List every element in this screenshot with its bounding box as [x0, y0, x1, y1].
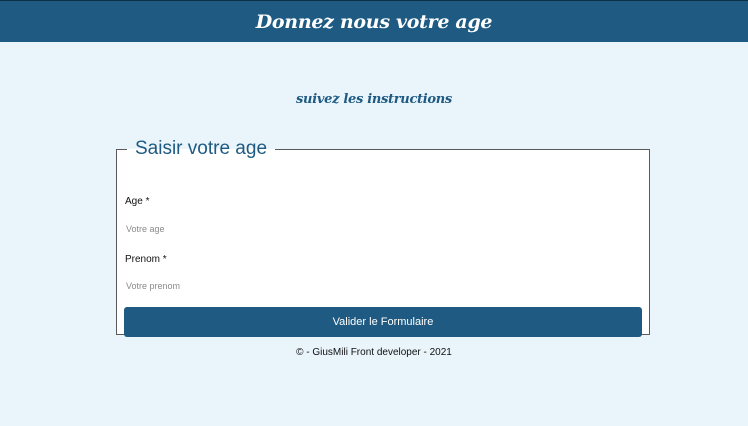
footer-copyright: © - GiusMili Front developer - 2021	[296, 347, 452, 358]
age-input[interactable]	[124, 218, 646, 240]
age-label: Age *	[125, 196, 150, 207]
page-title: Donnez nous votre age	[255, 10, 493, 33]
prenom-input[interactable]	[124, 275, 646, 297]
page-header: Donnez nous votre age	[0, 0, 748, 42]
submit-button[interactable]: Valider le Formulaire	[124, 307, 642, 337]
form-legend: Saisir votre age	[135, 138, 268, 159]
instructions-subtitle: suivez les instructions	[296, 92, 452, 107]
prenom-label: Prenom *	[125, 254, 167, 265]
age-form: Saisir votre age Age * Prenom * Valider …	[116, 138, 650, 337]
